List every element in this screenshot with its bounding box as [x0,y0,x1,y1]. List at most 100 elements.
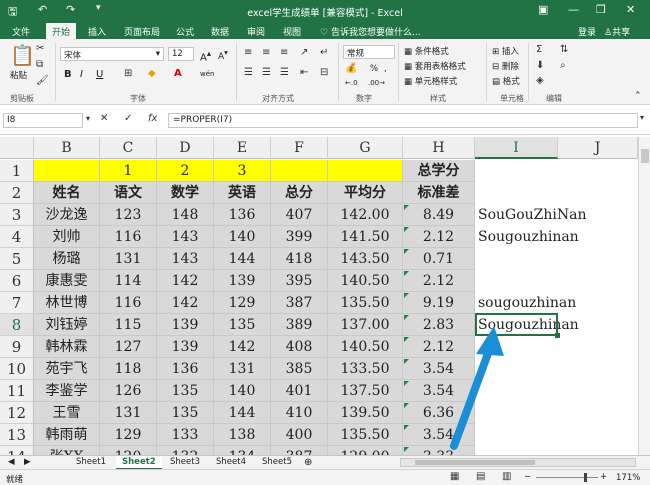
zoom-in-icon[interactable]: + [600,472,607,482]
cell-r10-D[interactable]: 136 [157,358,214,380]
cell-r9-G[interactable]: 140.50 [328,336,403,358]
cell-r13-B[interactable]: 韩雨萌 [34,424,100,446]
align-right-icon[interactable]: ☰ [280,67,289,78]
cancel-icon[interactable]: ✕ [100,113,108,124]
cell-r1-E[interactable]: 3 [214,160,271,182]
header-cell-F[interactable]: 总分 [271,182,328,204]
sheet-tab-4[interactable]: Sheet4 [210,456,252,470]
scroll-thumb[interactable] [641,149,649,163]
cell-r7-H[interactable]: 9.19 [403,292,475,314]
cell-r6-G[interactable]: 140.50 [328,270,403,292]
row-header-10[interactable]: 10 [0,358,34,380]
name-box[interactable]: I8 [3,113,83,128]
error-indicator[interactable] [404,271,409,276]
h-scroll-thumb[interactable] [415,460,535,465]
cell-r7-C[interactable]: 116 [100,292,157,314]
error-indicator[interactable] [404,293,409,298]
cell-r7-F[interactable]: 387 [271,292,328,314]
formula-input[interactable]: =PROPER(I7) [168,113,638,128]
cell-r1-H[interactable]: 总学分 [403,160,475,182]
cell-r1-F[interactable] [271,160,328,182]
sheet-tab-5[interactable]: Sheet5 [256,456,298,470]
minimize-icon[interactable]: — [568,3,579,16]
row-header-6[interactable]: 6 [0,270,34,292]
cell-r3-E[interactable]: 136 [214,204,271,226]
sheet-tab-3[interactable]: Sheet3 [164,456,206,470]
ribbon-display-icon[interactable]: ▣ [538,3,548,16]
cell-r6-D[interactable]: 142 [157,270,214,292]
underline-button[interactable]: U [96,69,103,80]
cell-r8-C[interactable]: 115 [100,314,157,336]
horizontal-scrollbar[interactable] [400,458,636,467]
header-cell-B[interactable]: 姓名 [34,182,100,204]
sheet-tab-2[interactable]: Sheet2 [116,456,162,470]
zoom-out-icon[interactable]: − [524,472,531,482]
cell-r14-F[interactable]: 387 [271,446,328,455]
cell-r5-B[interactable]: 杨璐 [34,248,100,270]
cell-r11-G[interactable]: 137.50 [328,380,403,402]
cell-r14-B[interactable]: 张XX [34,446,100,455]
row-header-3[interactable]: 3 [0,204,34,226]
error-indicator[interactable] [404,205,409,210]
fill-icon[interactable]: ⬇ [536,60,544,71]
cell-r14-C[interactable]: 120 [100,446,157,455]
error-indicator[interactable] [404,249,409,254]
sort-filter-icon[interactable]: ⇅ [560,44,568,55]
error-indicator[interactable] [404,425,409,430]
collapse-ribbon-icon[interactable]: ⌃ [634,91,642,101]
row-header-12[interactable]: 12 [0,402,34,424]
cell-r10-F[interactable]: 385 [271,358,328,380]
align-left-icon[interactable]: ☰ [244,67,253,78]
select-all-corner[interactable] [0,137,34,159]
cell-r14-G[interactable]: 129.00 [328,446,403,455]
cell-r3-G[interactable]: 142.00 [328,204,403,226]
cell-i-r4[interactable]: Sougouzhinan [478,226,579,248]
cell-r11-D[interactable]: 135 [157,380,214,402]
cell-r12-C[interactable]: 131 [100,402,157,424]
tab-data[interactable]: 数据 [211,25,229,38]
cell-r4-G[interactable]: 141.50 [328,226,403,248]
cell-r7-B[interactable]: 林世博 [34,292,100,314]
error-indicator[interactable] [404,359,409,364]
percent-icon[interactable]: % [370,64,378,74]
cell-r12-B[interactable]: 王雪 [34,402,100,424]
column-header-D[interactable]: D [157,137,214,159]
cell-r4-E[interactable]: 140 [214,226,271,248]
expand-formula-icon[interactable]: ▾ [640,113,644,122]
decrease-decimal-icon[interactable]: .00→ [368,79,385,87]
cell-r9-E[interactable]: 142 [214,336,271,358]
cell-r4-B[interactable]: 刘帅 [34,226,100,248]
font-color-icon[interactable]: A [174,68,182,79]
cell-r5-H[interactable]: 0.71 [403,248,475,270]
format-cells-button[interactable]: ▤ 格式 [492,75,520,87]
font-name-select[interactable]: 宋体 ▾ [60,47,164,61]
column-header-I[interactable]: I [475,137,558,159]
error-indicator[interactable] [404,381,409,386]
row-header-4[interactable]: 4 [0,226,34,248]
column-header-J[interactable]: J [558,137,638,159]
cell-r8-B[interactable]: 刘钰婷 [34,314,100,336]
zoom-slider-thumb[interactable] [584,473,587,482]
cell-i-r7[interactable]: sougouzhinan [478,292,576,314]
cell-r13-E[interactable]: 138 [214,424,271,446]
cell-r4-H[interactable]: 2.12 [403,226,475,248]
cell-r3-F[interactable]: 407 [271,204,328,226]
italic-button[interactable]: I [80,69,83,80]
cell-r1-B[interactable] [34,160,100,182]
column-header-F[interactable]: F [271,137,328,159]
shrink-font-icon[interactable]: A▾ [218,48,228,62]
borders-icon[interactable]: ⊞ [124,68,132,79]
worksheet-grid[interactable]: BCDEFGHIJ 1234567891011121314 123总学分姓名语文… [0,137,650,455]
header-cell-D[interactable]: 数学 [157,182,214,204]
cell-r11-C[interactable]: 126 [100,380,157,402]
insert-cells-button[interactable]: ⊞ 插入 [492,45,519,57]
row-header-11[interactable]: 11 [0,380,34,402]
paste-label[interactable]: 粘贴 [10,69,27,81]
cell-r6-E[interactable]: 139 [214,270,271,292]
next-sheet-icon[interactable]: ▶ [24,457,31,467]
comma-icon[interactable]: , [384,64,387,74]
cell-r3-C[interactable]: 123 [100,204,157,226]
cell-r9-F[interactable]: 408 [271,336,328,358]
increase-decimal-icon[interactable]: ←.0 [345,79,358,87]
login-link[interactable]: 登录 [578,25,596,38]
